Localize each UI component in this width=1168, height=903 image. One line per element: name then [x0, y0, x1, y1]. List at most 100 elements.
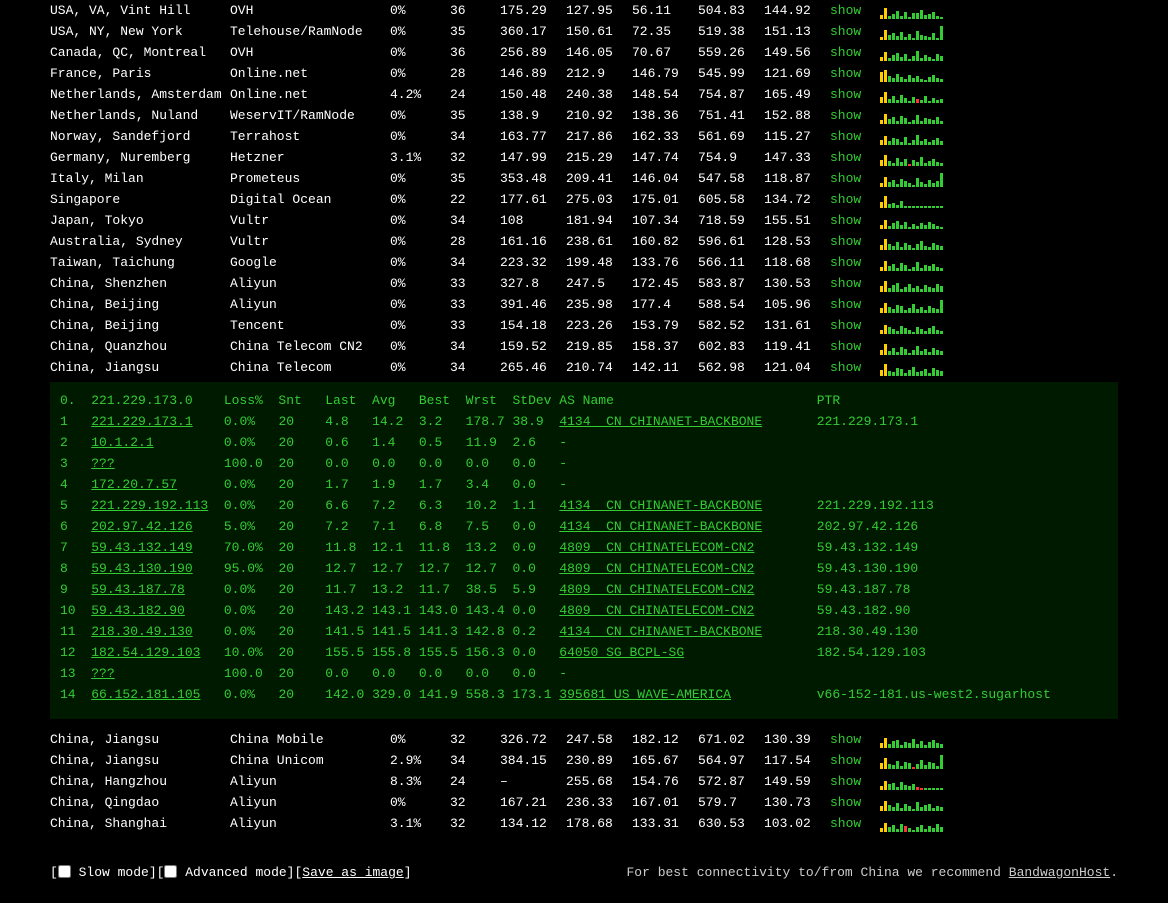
- trace-row: 6 202.97.42.126 5.0% 20 7.2 7.1 6.8 7.5 …: [60, 516, 1108, 537]
- cell: Google: [230, 252, 390, 273]
- trace-row: 9 59.43.187.78 0.0% 20 11.7 13.2 11.7 38…: [60, 579, 1108, 600]
- show-link[interactable]: show: [830, 339, 861, 354]
- trace-row: 7 59.43.132.149 70.0% 20 11.8 12.1 11.8 …: [60, 537, 1108, 558]
- cell: 131.61: [764, 315, 830, 336]
- save-as-image-link[interactable]: Save as image: [302, 865, 403, 880]
- cell: 108: [500, 210, 566, 231]
- slow-mode-checkbox[interactable]: [58, 865, 71, 878]
- cell: Aliyun: [230, 813, 390, 834]
- show-link[interactable]: show: [830, 171, 861, 186]
- show-link[interactable]: show: [830, 360, 861, 375]
- hop-ip-link[interactable]: 10.1.2.1: [91, 435, 153, 450]
- as-link[interactable]: 4134 CN CHINANET-BACKBONE: [559, 519, 762, 534]
- show-link[interactable]: show: [830, 45, 861, 60]
- hop-ip-link[interactable]: ???: [91, 666, 114, 681]
- hop-ip-link[interactable]: 218.30.49.130: [91, 624, 192, 639]
- cell: Netherlands, Nuland: [50, 105, 230, 126]
- cell: Aliyun: [230, 294, 390, 315]
- hop-ip-link[interactable]: 59.43.182.90: [91, 603, 185, 618]
- as-link[interactable]: 4809 CN CHINATELECOM-CN2: [559, 561, 754, 576]
- show-link[interactable]: show: [830, 3, 861, 18]
- latency-sparkline: [880, 192, 948, 208]
- cell: 154.76: [632, 771, 698, 792]
- show-link[interactable]: show: [830, 66, 861, 81]
- show-link[interactable]: show: [830, 318, 861, 333]
- cell: 32: [450, 147, 500, 168]
- trace-row: 10 59.43.182.90 0.0% 20 143.2 143.1 143.…: [60, 600, 1108, 621]
- cell: China, Jiangsu: [50, 750, 230, 771]
- hop-ip-link[interactable]: 59.43.187.78: [91, 582, 185, 597]
- trace-row: 14 66.152.181.105 0.0% 20 142.0 329.0 14…: [60, 684, 1108, 705]
- cell: 326.72: [500, 729, 566, 750]
- show-link[interactable]: show: [830, 108, 861, 123]
- hop-ip-link[interactable]: ???: [91, 456, 114, 471]
- show-link[interactable]: show: [830, 795, 861, 810]
- cell: 33: [450, 315, 500, 336]
- cell: 602.83: [698, 336, 764, 357]
- hop-ip-link[interactable]: 59.43.130.190: [91, 561, 192, 576]
- show-link[interactable]: show: [830, 276, 861, 291]
- show-link[interactable]: show: [830, 234, 861, 249]
- cell: 33: [450, 273, 500, 294]
- cell: Prometeus: [230, 168, 390, 189]
- cell: 182.12: [632, 729, 698, 750]
- as-link[interactable]: 4809 CN CHINATELECOM-CN2: [559, 540, 754, 555]
- cell: 572.87: [698, 771, 764, 792]
- cell: 154.18: [500, 315, 566, 336]
- table-row: Norway, SandefjordTerrahost0%34163.77217…: [50, 126, 1118, 147]
- cell: 235.98: [566, 294, 632, 315]
- show-link[interactable]: show: [830, 24, 861, 39]
- cell: 138.9: [500, 105, 566, 126]
- show-link[interactable]: show: [830, 87, 861, 102]
- table-row: Canada, QC, MontrealOVH0%36256.89146.057…: [50, 42, 1118, 63]
- cell: 236.33: [566, 792, 632, 813]
- hop-ip-link[interactable]: 202.97.42.126: [91, 519, 192, 534]
- cell: Japan, Tokyo: [50, 210, 230, 231]
- cell: Terrahost: [230, 126, 390, 147]
- hop-ip-link[interactable]: 172.20.7.57: [91, 477, 177, 492]
- as-link[interactable]: 395681 US WAVE-AMERICA: [559, 687, 731, 702]
- as-link[interactable]: 4134 CN CHINANET-BACKBONE: [559, 624, 762, 639]
- hop-ip-link[interactable]: 182.54.129.103: [91, 645, 200, 660]
- as-link[interactable]: 4809 CN CHINATELECOM-CN2: [559, 603, 754, 618]
- show-link[interactable]: show: [830, 774, 861, 789]
- cell: 384.15: [500, 750, 566, 771]
- show-link[interactable]: show: [830, 732, 861, 747]
- show-link[interactable]: show: [830, 129, 861, 144]
- as-link[interactable]: 4134 CN CHINANET-BACKBONE: [559, 414, 762, 429]
- cell: China, Hangzhou: [50, 771, 230, 792]
- cell: WeservIT/RamNode: [230, 105, 390, 126]
- cell: Aliyun: [230, 273, 390, 294]
- show-link[interactable]: show: [830, 192, 861, 207]
- show-link[interactable]: show: [830, 213, 861, 228]
- as-link[interactable]: 64050 SG BCPL-SG: [559, 645, 684, 660]
- cell: 0%: [390, 792, 450, 813]
- show-link[interactable]: show: [830, 816, 861, 831]
- advanced-mode-checkbox[interactable]: [164, 865, 177, 878]
- cell: 0%: [390, 357, 450, 378]
- cell: 130.73: [764, 792, 830, 813]
- hop-ip-link[interactable]: 66.152.181.105: [91, 687, 200, 702]
- cell: 0%: [390, 168, 450, 189]
- hop-ip-link[interactable]: 221.229.192.113: [91, 498, 208, 513]
- hop-ip-link[interactable]: 59.43.132.149: [91, 540, 192, 555]
- show-link[interactable]: show: [830, 753, 861, 768]
- show-link[interactable]: show: [830, 297, 861, 312]
- cell: 596.61: [698, 231, 764, 252]
- cell: 33: [450, 294, 500, 315]
- show-link[interactable]: show: [830, 255, 861, 270]
- table-row: Netherlands, AmsterdamOnline.net4.2%2415…: [50, 84, 1118, 105]
- cell: 151.13: [764, 21, 830, 42]
- as-link[interactable]: 4134 CN CHINANET-BACKBONE: [559, 498, 762, 513]
- trace-row: 13 ??? 100.0 20 0.0 0.0 0.0 0.0 0.0 -: [60, 663, 1108, 684]
- bandwagonhost-link[interactable]: BandwagonHost: [1009, 865, 1110, 880]
- cell: 22: [450, 189, 500, 210]
- hop-ip-link[interactable]: 221.229.173.1: [91, 414, 192, 429]
- cell: 605.58: [698, 189, 764, 210]
- as-link[interactable]: 4809 CN CHINATELECOM-CN2: [559, 582, 754, 597]
- cell: China, Jiangsu: [50, 357, 230, 378]
- cell: 134.12: [500, 813, 566, 834]
- latency-sparkline: [880, 45, 948, 61]
- show-link[interactable]: show: [830, 150, 861, 165]
- cell: 0%: [390, 126, 450, 147]
